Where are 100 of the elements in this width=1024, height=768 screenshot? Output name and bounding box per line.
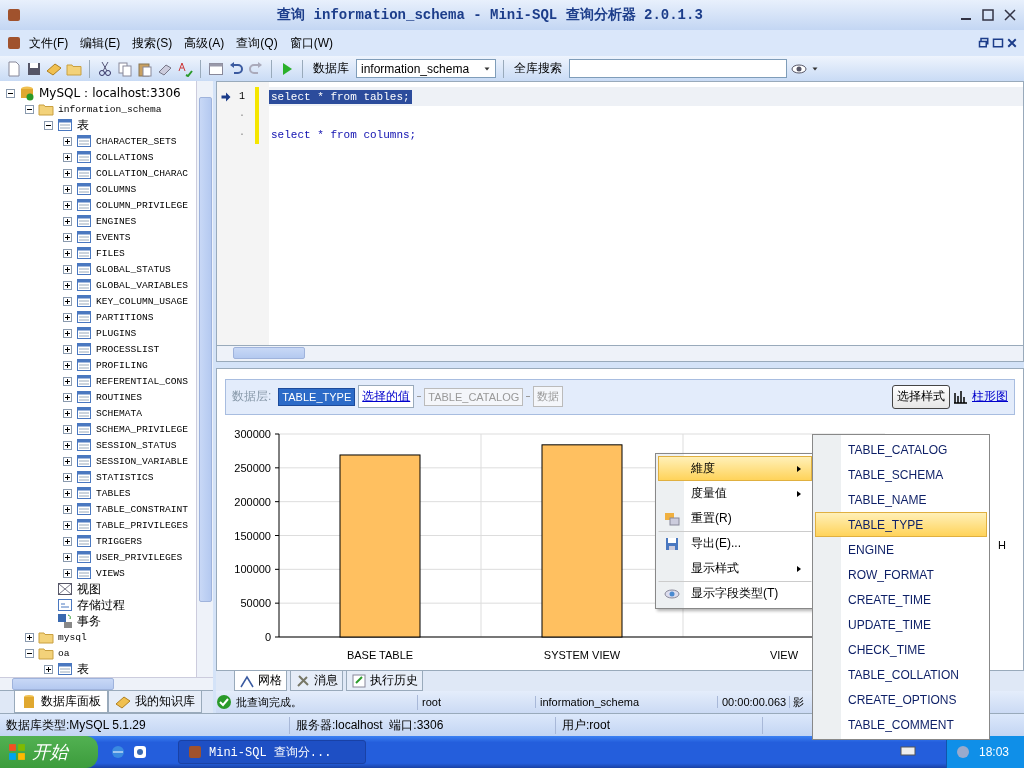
expander-toggle[interactable] xyxy=(63,456,72,466)
expander-toggle[interactable] xyxy=(25,104,34,114)
tree-item[interactable]: PROFILING xyxy=(96,359,148,371)
tree-item[interactable]: TRIGGERS xyxy=(96,535,143,547)
menu-item[interactable]: 文件(F) xyxy=(24,32,74,54)
tree-item[interactable]: STATISTICS xyxy=(96,471,154,483)
restore-icon[interactable] xyxy=(978,37,990,50)
tree-item[interactable]: USER_PRIVILEGES xyxy=(96,551,183,563)
menu-item[interactable]: TABLE_SCHEMA xyxy=(815,462,987,487)
expander-toggle[interactable] xyxy=(63,328,72,338)
expander-toggle[interactable] xyxy=(63,200,72,210)
tree-item[interactable]: PROCESSLIST xyxy=(96,343,160,355)
expander-toggle[interactable] xyxy=(44,120,53,130)
horizontal-scrollbar[interactable] xyxy=(0,677,213,691)
result-tab[interactable]: 消息 xyxy=(290,671,343,692)
database-dropdown[interactable]: information_schema xyxy=(356,59,496,79)
menu-item[interactable]: 維度 xyxy=(658,456,812,481)
menu-item[interactable]: 显示样式 xyxy=(658,556,812,581)
menu-item[interactable]: TABLE_CATALOG xyxy=(815,437,987,462)
expander-toggle[interactable] xyxy=(63,232,72,242)
expander-toggle[interactable] xyxy=(63,408,72,418)
tree-item[interactable]: 视图 xyxy=(77,580,101,598)
expander-toggle[interactable] xyxy=(44,664,53,674)
menu-item[interactable]: ENGINE xyxy=(815,537,987,562)
menu-item[interactable]: 显示字段类型(T) xyxy=(658,581,812,606)
expander-toggle[interactable] xyxy=(6,88,15,98)
menu-item[interactable]: 查询(Q) xyxy=(231,32,283,54)
tree-item[interactable]: PLUGINS xyxy=(96,327,137,339)
expander-toggle[interactable] xyxy=(63,552,72,562)
expander-toggle[interactable] xyxy=(63,184,72,194)
expander-toggle[interactable] xyxy=(63,264,72,274)
breadcrumb[interactable]: 选择的值 xyxy=(358,385,415,409)
window-icon[interactable] xyxy=(208,60,224,77)
tree-item[interactable]: REFERENTIAL_CONS xyxy=(96,375,189,387)
menu-item[interactable]: 搜索(S) xyxy=(127,32,178,54)
menu-item[interactable]: 重置(R) xyxy=(658,506,812,531)
menu-item[interactable]: TABLE_TYPE xyxy=(815,512,987,537)
expander-toggle[interactable] xyxy=(63,568,72,578)
menu-item[interactable]: 编辑(E) xyxy=(75,32,126,54)
expander-toggle[interactable] xyxy=(63,312,72,322)
expander-toggle[interactable] xyxy=(63,440,72,450)
tree-item[interactable]: KEY_COLUMN_USAGE xyxy=(96,295,189,307)
tree-item[interactable]: 表 xyxy=(77,116,89,134)
tree-item[interactable]: mysql xyxy=(58,631,87,643)
paste-icon[interactable] xyxy=(137,60,153,77)
expander-toggle[interactable] xyxy=(25,632,34,642)
chart-link[interactable]: 柱形图 xyxy=(972,388,1008,406)
expander-toggle[interactable] xyxy=(63,536,72,546)
menu-item[interactable]: CHECK_TIME xyxy=(815,637,987,662)
menu-item[interactable]: TABLE_COLLATION xyxy=(815,662,987,687)
panel-tab[interactable]: 我的知识库 xyxy=(108,691,202,714)
expander-toggle[interactable] xyxy=(63,520,72,530)
tree-item[interactable]: GLOBAL_VARIABLES xyxy=(96,279,189,291)
cut-icon[interactable] xyxy=(97,60,113,77)
tree-item[interactable]: COLLATIONS xyxy=(96,151,154,163)
tree-item[interactable]: MySQL：localhost:3306 xyxy=(39,84,181,102)
tree-item[interactable]: COLLATION_CHARAC xyxy=(96,167,189,179)
app-icon[interactable] xyxy=(132,744,148,760)
save-icon[interactable] xyxy=(26,60,42,77)
undo-icon[interactable] xyxy=(228,60,244,77)
tree-item[interactable]: information_schema xyxy=(58,103,162,115)
tree-item[interactable]: 存储过程 xyxy=(77,596,125,614)
result-tab[interactable]: 网格 xyxy=(234,671,287,692)
expander-toggle[interactable] xyxy=(63,392,72,402)
vertical-scrollbar[interactable] xyxy=(196,81,213,678)
tree-item[interactable]: 表 xyxy=(77,660,89,678)
menu-item[interactable]: TABLE_COMMENT xyxy=(815,712,987,737)
tree-item[interactable]: TABLE_CONSTRAINT xyxy=(96,503,189,515)
expander-toggle[interactable] xyxy=(25,648,34,658)
tree-item[interactable]: CHARACTER_SETS xyxy=(96,135,177,147)
menu-item[interactable]: TABLE_NAME xyxy=(815,487,987,512)
expander-toggle[interactable] xyxy=(63,152,72,162)
close-icon[interactable] xyxy=(1002,6,1018,23)
search-field[interactable] xyxy=(569,59,787,79)
tree-item[interactable]: 事务 xyxy=(77,612,101,630)
tree-item[interactable]: TABLES xyxy=(96,487,131,499)
taskbar-button[interactable]: Mini-SQL 查询分... xyxy=(178,740,366,764)
menu-item[interactable]: 导出(E)... xyxy=(658,531,812,556)
expander-toggle[interactable] xyxy=(63,472,72,482)
expander-toggle[interactable] xyxy=(63,488,72,498)
expander-toggle[interactable] xyxy=(63,344,72,354)
tree-item[interactable]: ENGINES xyxy=(96,215,137,227)
menu-item[interactable]: UPDATE_TIME xyxy=(815,612,987,637)
menu-item[interactable]: 高级(A) xyxy=(179,32,230,54)
menu-item[interactable]: CREATE_OPTIONS xyxy=(815,687,987,712)
menu-item[interactable]: CREATE_TIME xyxy=(815,587,987,612)
spell-check-icon[interactable] xyxy=(177,60,193,77)
maximize-icon[interactable] xyxy=(980,6,996,23)
expander-toggle[interactable] xyxy=(63,216,72,226)
expander-toggle[interactable] xyxy=(63,424,72,434)
panel-tab[interactable]: 数据库面板 xyxy=(14,691,108,714)
style-button[interactable]: 选择样式 xyxy=(892,384,950,409)
menu-item[interactable]: 窗口(W) xyxy=(284,32,338,54)
expander-toggle[interactable] xyxy=(63,136,72,146)
maximize-icon[interactable] xyxy=(992,37,1004,50)
tree-item[interactable]: GLOBAL_STATUS xyxy=(96,263,171,275)
close-icon[interactable] xyxy=(1006,37,1018,50)
tree-item[interactable]: COLUMNS xyxy=(96,183,137,195)
tree-item[interactable]: oa xyxy=(58,647,70,659)
expander-toggle[interactable] xyxy=(63,504,72,514)
